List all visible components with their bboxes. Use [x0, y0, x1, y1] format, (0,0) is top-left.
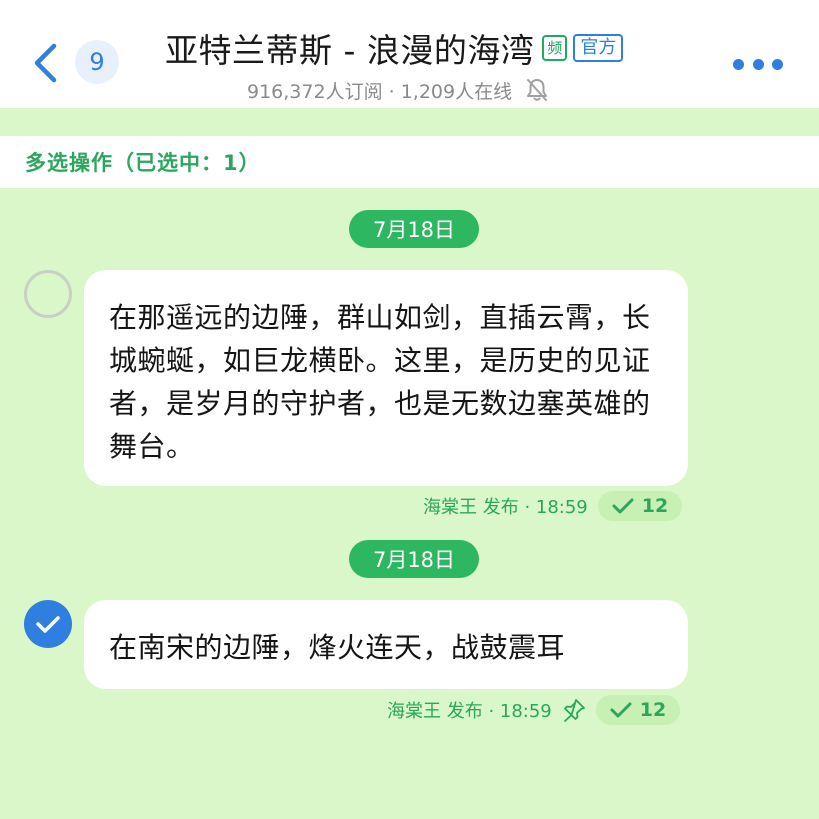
message-bubble[interactable]: 在南宋的边陲，烽火连天，战鼓震耳 [84, 600, 688, 689]
read-count: 12 [639, 699, 667, 721]
chat-header: 9 亚特兰蒂斯 - 浪漫的海湾 频 官方 916,372人订阅 · 1,209人… [0, 0, 819, 108]
message-text: 在南宋的边陲，烽火连天，战鼓震耳 [109, 631, 566, 664]
more-options-button[interactable] [733, 56, 783, 72]
more-dot-icon [733, 58, 744, 70]
message-author-time: 海棠王 发布 · 18:59 [423, 497, 588, 518]
message-bubble[interactable]: 在那遥远的边陲，群山如剑，直插云霄，长城蜿蜒，如巨龙横卧。这里，是历史的见证者，… [84, 270, 688, 486]
date-separator: 7月18日 [349, 210, 479, 248]
message-text: 在那遥远的边陲，群山如剑，直插云霄，长城蜿蜒，如巨龙横卧。这里，是历史的见证者，… [109, 301, 651, 463]
more-dot-icon [752, 58, 764, 70]
channel-title-row[interactable]: 亚特兰蒂斯 - 浪漫的海湾 频 官方 [165, 26, 624, 70]
channel-subtitle-row: 916,372人订阅 · 1,209人在线 [247, 76, 550, 104]
more-dot-icon [772, 58, 783, 70]
message-select-checkbox[interactable] [24, 270, 72, 318]
pin-icon [563, 699, 585, 722]
date-separator: 7月18日 [349, 540, 479, 578]
multi-select-bar: 多选操作（已选中：1） [0, 136, 819, 188]
read-receipt-chip[interactable]: 12 [595, 695, 681, 725]
multi-select-label: 多选操作（已选中：1） [25, 151, 261, 175]
official-tag: 官方 [573, 34, 624, 62]
channel-stats: 916,372人订阅 · 1,209人在线 [247, 80, 513, 103]
back-button[interactable] [30, 40, 60, 86]
check-icon [612, 498, 634, 514]
check-icon [610, 702, 632, 718]
check-icon [36, 616, 60, 633]
message-select-checkbox[interactable] [24, 600, 72, 648]
unread-count-badge[interactable]: 9 [75, 40, 119, 84]
channel-tag: 频 [542, 35, 568, 61]
message-meta: 海棠王 发布 · 18:59 12 [387, 695, 681, 725]
bell-muted-icon[interactable] [524, 77, 550, 103]
channel-title: 亚特兰蒂斯 - 浪漫的海湾 [165, 31, 535, 70]
message-meta: 海棠王 发布 · 18:59 12 [423, 491, 683, 521]
read-count: 12 [641, 495, 669, 517]
read-receipt-chip[interactable]: 12 [597, 491, 683, 521]
chevron-left-icon [34, 43, 57, 83]
message-author-time: 海棠王 发布 · 18:59 [387, 701, 552, 722]
